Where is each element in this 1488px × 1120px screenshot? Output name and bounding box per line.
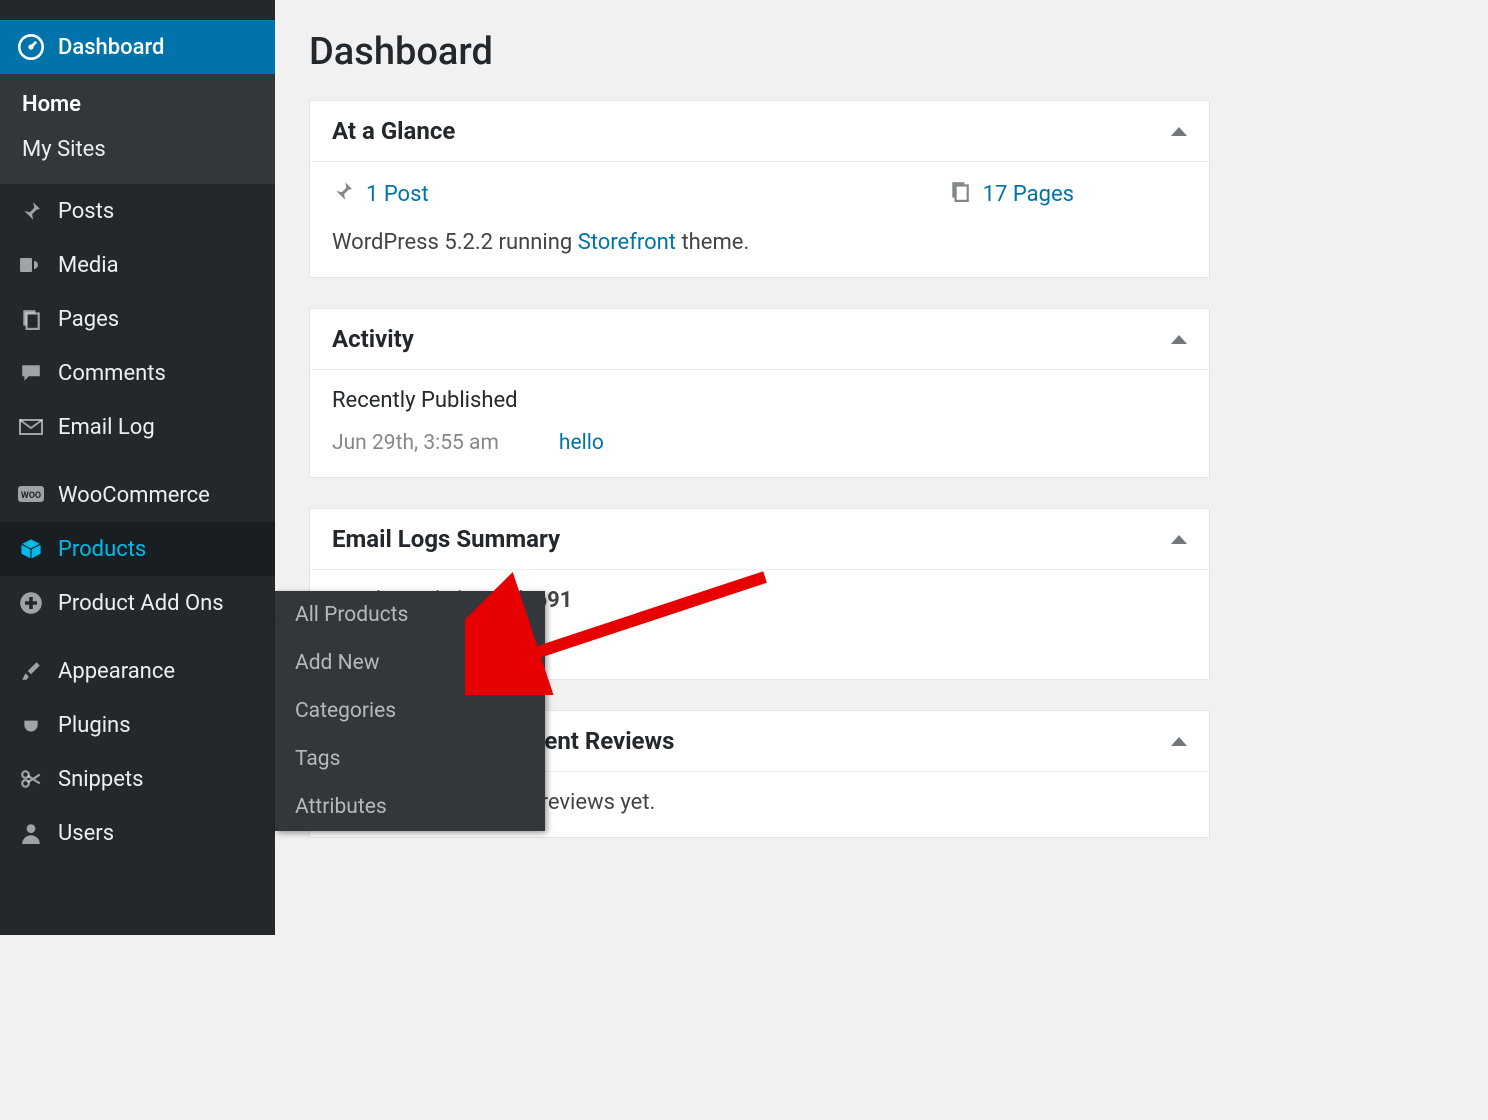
collapse-toggle-icon[interactable] <box>1171 535 1187 544</box>
comment-icon <box>18 360 44 386</box>
sidebar-label-posts: Posts <box>58 199 114 224</box>
panel-at-a-glance: At a Glance 1 Post 17 Pages <box>309 100 1210 278</box>
wp-version-suffix: theme. <box>676 230 749 255</box>
panel-title-email-logs: Email Logs Summary <box>332 525 560 553</box>
sidebar-label-plugins: Plugins <box>58 713 131 738</box>
panel-header-email-logs: Email Logs Summary <box>310 509 1209 570</box>
admin-sidebar: Dashboard Home My Sites Posts Media Page… <box>0 0 275 935</box>
sidebar-label-email-log: Email Log <box>58 415 155 440</box>
sidebar-label-dashboard: Dashboard <box>58 35 164 60</box>
sidebar-label-product-addons: Product Add Ons <box>58 591 224 616</box>
page-title: Dashboard <box>309 30 1210 74</box>
woocommerce-icon: WOO <box>18 482 44 508</box>
plus-circle-icon <box>18 590 44 616</box>
glance-posts-link[interactable]: 1 Post <box>366 182 429 207</box>
sidebar-subitem-home[interactable]: Home <box>0 82 275 127</box>
flyout-categories[interactable]: Categories <box>275 687 545 735</box>
theme-link[interactable]: Storefront <box>578 230 676 255</box>
wp-version-prefix: WordPress 5.2.2 running <box>332 230 578 255</box>
products-flyout: All Products Add New Categories Tags Att… <box>275 591 545 831</box>
panel-title-activity: Activity <box>332 325 414 353</box>
flyout-tags[interactable]: Tags <box>275 735 545 783</box>
flyout-attributes[interactable]: Attributes <box>275 783 545 831</box>
brush-icon <box>18 658 44 684</box>
sidebar-item-snippets[interactable]: Snippets <box>0 752 275 806</box>
sidebar-item-product-addons[interactable]: Product Add Ons <box>0 576 275 630</box>
sidebar-item-products[interactable]: Products <box>0 522 275 576</box>
dashboard-submenu: Home My Sites <box>0 74 275 184</box>
sidebar-label-comments: Comments <box>58 361 166 386</box>
panel-title-glance: At a Glance <box>332 117 455 145</box>
box-icon <box>18 536 44 562</box>
sidebar-item-comments[interactable]: Comments <box>0 346 275 400</box>
sidebar-label-appearance: Appearance <box>58 659 175 684</box>
sidebar-label-users: Users <box>58 821 114 846</box>
sidebar-item-email-log[interactable]: Email Log <box>0 400 275 454</box>
sidebar-item-users[interactable]: Users <box>0 806 275 860</box>
activity-post-link[interactable]: hello <box>559 431 604 455</box>
sidebar-item-media[interactable]: Media <box>0 238 275 292</box>
sidebar-label-media: Media <box>58 253 119 278</box>
panel-header-glance: At a Glance <box>310 101 1209 162</box>
media-icon <box>18 252 44 278</box>
sidebar-label-products: Products <box>58 537 146 562</box>
panel-activity: Activity Recently Published Jun 29th, 3:… <box>309 308 1210 478</box>
pages-icon <box>18 306 44 332</box>
sidebar-item-pages[interactable]: Pages <box>0 292 275 346</box>
scissors-icon <box>18 766 44 792</box>
wp-version-line: WordPress 5.2.2 running Storefront theme… <box>332 230 1187 255</box>
pin-icon <box>18 198 44 224</box>
user-icon <box>18 820 44 846</box>
dashboard-icon <box>18 34 44 60</box>
panel-header-activity: Activity <box>310 309 1209 370</box>
sidebar-item-woocommerce[interactable]: WOO WooCommerce <box>0 468 275 522</box>
flyout-add-new[interactable]: Add New <box>275 639 545 687</box>
sidebar-item-dashboard[interactable]: Dashboard <box>0 20 275 74</box>
svg-text:WOO: WOO <box>21 491 41 501</box>
sidebar-label-pages: Pages <box>58 307 119 332</box>
glance-pages[interactable]: 17 Pages <box>949 180 1074 208</box>
sidebar-label-snippets: Snippets <box>58 767 144 792</box>
collapse-toggle-icon[interactable] <box>1171 737 1187 746</box>
activity-subtitle: Recently Published <box>332 388 1187 413</box>
glance-posts[interactable]: 1 Post <box>332 180 429 208</box>
activity-date: Jun 29th, 3:55 am <box>332 431 499 455</box>
envelope-icon <box>18 414 44 440</box>
sidebar-subitem-mysites[interactable]: My Sites <box>0 127 275 172</box>
sidebar-item-posts[interactable]: Posts <box>0 184 275 238</box>
sidebar-item-appearance[interactable]: Appearance <box>0 644 275 698</box>
pin-icon <box>332 180 354 208</box>
plug-icon <box>18 712 44 738</box>
flyout-all-products[interactable]: All Products <box>275 591 545 639</box>
glance-pages-link[interactable]: 17 Pages <box>983 182 1074 207</box>
sidebar-label-woocommerce: WooCommerce <box>58 483 210 508</box>
collapse-toggle-icon[interactable] <box>1171 127 1187 136</box>
sidebar-item-plugins[interactable]: Plugins <box>0 698 275 752</box>
pages-icon <box>949 180 971 208</box>
collapse-toggle-icon[interactable] <box>1171 335 1187 344</box>
